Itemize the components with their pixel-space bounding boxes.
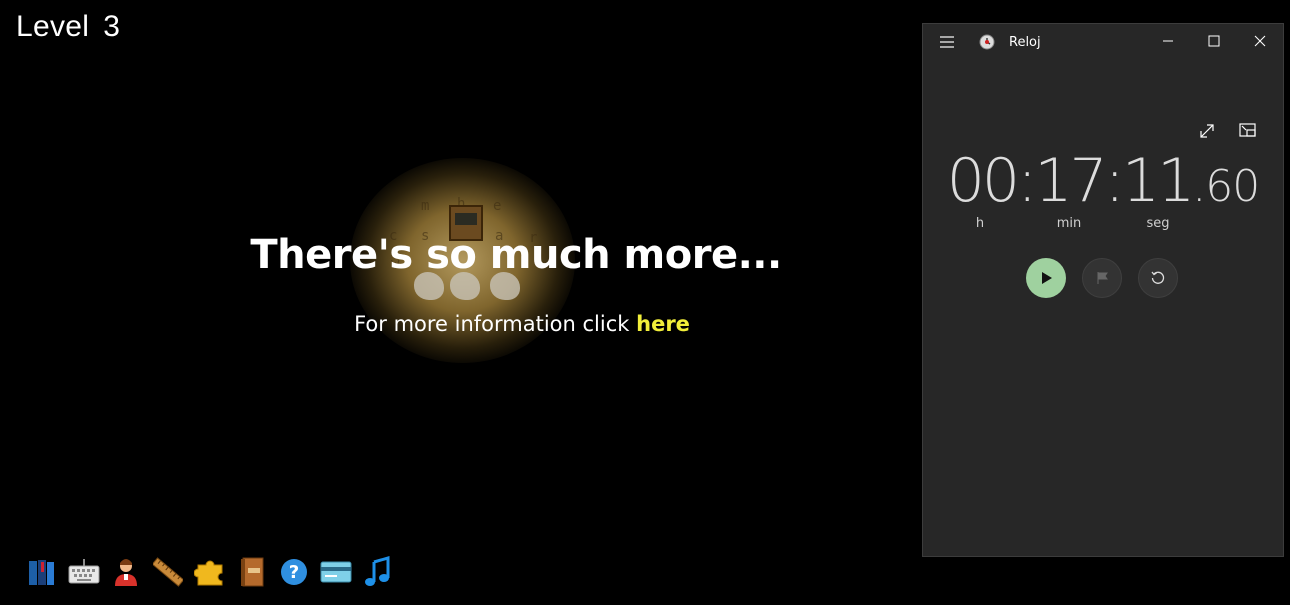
maximize-button[interactable] [1191, 24, 1237, 58]
clock-app-icon [979, 34, 995, 55]
hours-unit: h [975, 216, 985, 231]
hundredths-value: 60 [1205, 161, 1260, 212]
svg-text:?: ? [289, 562, 299, 583]
minimize-button[interactable] [1145, 24, 1191, 58]
board-letter: m [421, 198, 430, 214]
seconds-value: 11 [1121, 146, 1195, 216]
clock-window: Reloj 00:17:11.60 h min seg [922, 23, 1284, 557]
headline: There's so much more... [250, 232, 782, 278]
ruler-icon[interactable] [152, 556, 184, 588]
info-text: For more information click [354, 312, 630, 336]
teacher-icon[interactable] [110, 556, 142, 588]
help-icon[interactable]: ? [278, 556, 310, 588]
puzzle-icon[interactable] [194, 556, 226, 588]
flag-icon [1097, 272, 1108, 284]
menu-icon[interactable] [939, 35, 955, 54]
bottom-toolbar: ? [26, 555, 394, 589]
stopwatch-display: 00:17:11.60 [946, 146, 1261, 216]
card-icon[interactable] [320, 556, 352, 588]
law-book-icon[interactable] [236, 556, 268, 588]
keyboard-icon[interactable] [68, 556, 100, 588]
music-icon[interactable] [362, 556, 394, 588]
window-title: Reloj [1009, 35, 1041, 50]
seconds-unit: seg [1146, 216, 1170, 231]
level-indicator: Level 3 [16, 10, 120, 44]
minutes-unit: min [1056, 216, 1082, 231]
reset-icon [1151, 271, 1165, 284]
close-button[interactable] [1237, 24, 1283, 58]
reset-button[interactable] [1138, 258, 1178, 298]
level-number: 3 [103, 10, 121, 43]
level-label: Level [16, 10, 90, 43]
minutes-value: 17 [1034, 146, 1107, 216]
play-icon [1042, 272, 1052, 284]
start-button[interactable] [1026, 258, 1066, 298]
lap-button[interactable] [1082, 258, 1122, 298]
hours-value: 00 [946, 146, 1020, 216]
expand-icon[interactable] [1199, 123, 1215, 144]
books-icon[interactable] [26, 556, 58, 588]
info-link[interactable]: here [636, 312, 690, 336]
info-line: For more information click here [0, 312, 1044, 336]
compact-overlay-icon[interactable] [1239, 123, 1257, 144]
title-bar: Reloj [923, 24, 1283, 60]
board-letter: e [493, 198, 502, 214]
